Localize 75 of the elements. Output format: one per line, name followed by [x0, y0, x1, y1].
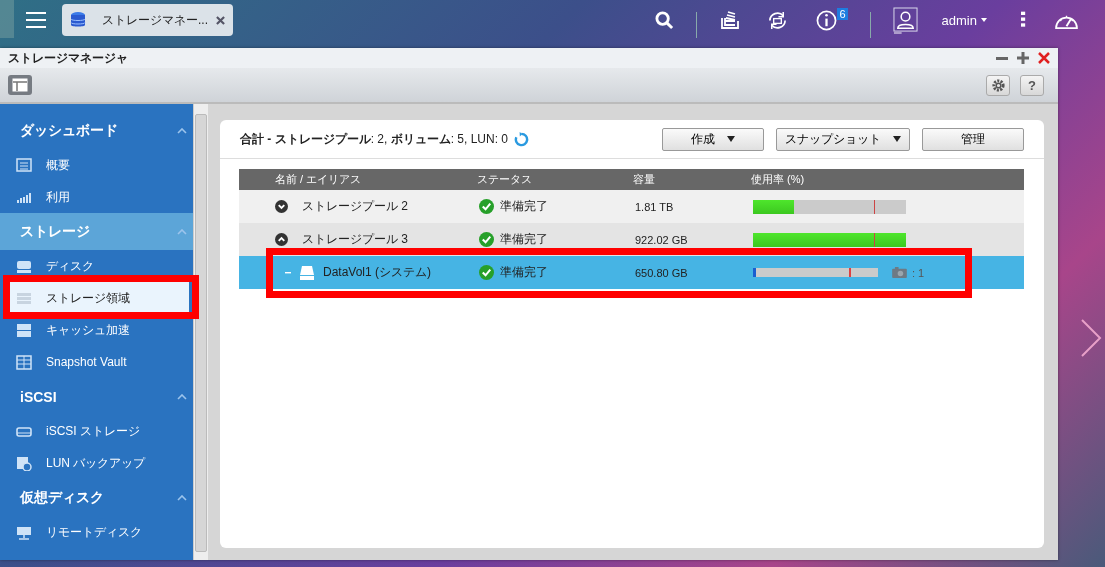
- user-menu[interactable]: admin: [935, 11, 993, 29]
- refresh-icon[interactable]: [514, 131, 530, 147]
- section-title: iSCSI: [20, 388, 57, 405]
- gear-icon: [990, 77, 1006, 93]
- cache-icon: [16, 322, 32, 338]
- drive-icon: [299, 264, 315, 281]
- overview-icon: [16, 157, 32, 173]
- window-title: ストレージマネージャ: [8, 49, 128, 67]
- sidebar-item[interactable]: iSCSI ストレージ: [0, 415, 193, 447]
- summary-text: 合計 - ストレージプール: 2, ボリューム: 5, LUN: 0: [240, 130, 509, 148]
- status-text: 準備完了: [500, 231, 548, 248]
- section-title: ダッシュボード: [20, 121, 118, 140]
- close-icon[interactable]: [216, 15, 225, 25]
- camera-icon: [892, 267, 907, 278]
- settings-button[interactable]: [986, 74, 1010, 96]
- table-row[interactable]: ストレージプール 2 準備完了 1.81 TB: [239, 190, 1024, 223]
- capacity-value: 650.80 GB: [635, 266, 689, 279]
- disk-icon: [16, 258, 32, 274]
- background-window: [0, 0, 14, 38]
- tree-line-icon: [285, 271, 291, 274]
- sidebar-item[interactable]: Snapshot Vault: [0, 346, 193, 378]
- sidebar-section[interactable]: iSCSI: [0, 378, 193, 415]
- check-icon: [479, 265, 494, 280]
- check-icon: [479, 199, 494, 214]
- section-title: ストレージ: [20, 222, 90, 241]
- more-icon[interactable]: [1021, 11, 1026, 29]
- sidebar-section[interactable]: ダッシュボード: [0, 112, 193, 149]
- notification-badge: 6: [837, 8, 848, 20]
- capacity-value: 922.02 GB: [635, 233, 689, 246]
- row-name: DataVol1 (システム): [323, 264, 432, 281]
- status-text: 準備完了: [500, 264, 548, 281]
- stack-icon[interactable]: [719, 10, 740, 30]
- tab-title: ストレージマネー...: [102, 11, 208, 29]
- table-row[interactable]: DataVol1 (システム) 準備完了 650.80 GB : 1: [239, 256, 1024, 289]
- section-title: 仮想ディスク: [20, 488, 104, 507]
- user-icon[interactable]: [892, 6, 918, 34]
- dropdown-button[interactable]: 作成: [662, 127, 764, 151]
- layout-toggle-button[interactable]: [8, 75, 32, 95]
- status-text: 準備完了: [500, 198, 548, 215]
- search-icon[interactable]: [655, 10, 675, 30]
- sidebar-item[interactable]: リモートディスク: [0, 516, 193, 548]
- sidebar-item[interactable]: ディスク: [0, 250, 193, 282]
- action-button[interactable]: 管理: [922, 127, 1024, 151]
- maximize-icon[interactable]: [1017, 52, 1029, 64]
- help-button[interactable]: ?: [1020, 74, 1044, 96]
- close-icon[interactable]: [1038, 52, 1050, 64]
- snapshot-count: : 1: [912, 266, 925, 279]
- check-icon: [479, 232, 494, 247]
- column-header: 使用率 (%): [751, 172, 806, 187]
- sync-icon[interactable]: [767, 9, 789, 31]
- dropdown-button[interactable]: スナップショット: [776, 127, 910, 151]
- column-header: ステータス: [477, 172, 533, 187]
- app-tab[interactable]: ストレージマネー...: [62, 4, 233, 36]
- sidebar-item[interactable]: 利用: [0, 181, 193, 213]
- menu-button[interactable]: [26, 12, 46, 28]
- sidebar-section[interactable]: ストレージ: [0, 213, 193, 250]
- column-header: 名前 / エイリアス: [274, 172, 363, 187]
- sidebar-item[interactable]: 概要: [0, 149, 193, 181]
- vault-icon: [16, 354, 32, 370]
- column-header: 容量: [633, 172, 656, 187]
- collapse-icon[interactable]: [275, 233, 288, 246]
- storage-icon: [16, 290, 32, 306]
- backup-icon: [16, 455, 32, 471]
- row-name: ストレージプール 2: [302, 198, 408, 215]
- sidebar-item[interactable]: キャッシュ加速: [0, 314, 193, 346]
- sidebar-section[interactable]: 仮想ディスク: [0, 479, 193, 516]
- sidebar-item[interactable]: LUN バックアップ: [0, 447, 193, 479]
- expand-icon[interactable]: [275, 200, 288, 213]
- capacity-value: 1.81 TB: [635, 200, 675, 213]
- database-icon: [70, 11, 86, 29]
- scrollbar[interactable]: [193, 104, 208, 560]
- row-name: ストレージプール 3: [302, 231, 408, 248]
- info-icon[interactable]: [816, 9, 838, 31]
- remote-icon: [16, 524, 32, 540]
- sidebar-item[interactable]: ストレージ領域: [10, 282, 189, 314]
